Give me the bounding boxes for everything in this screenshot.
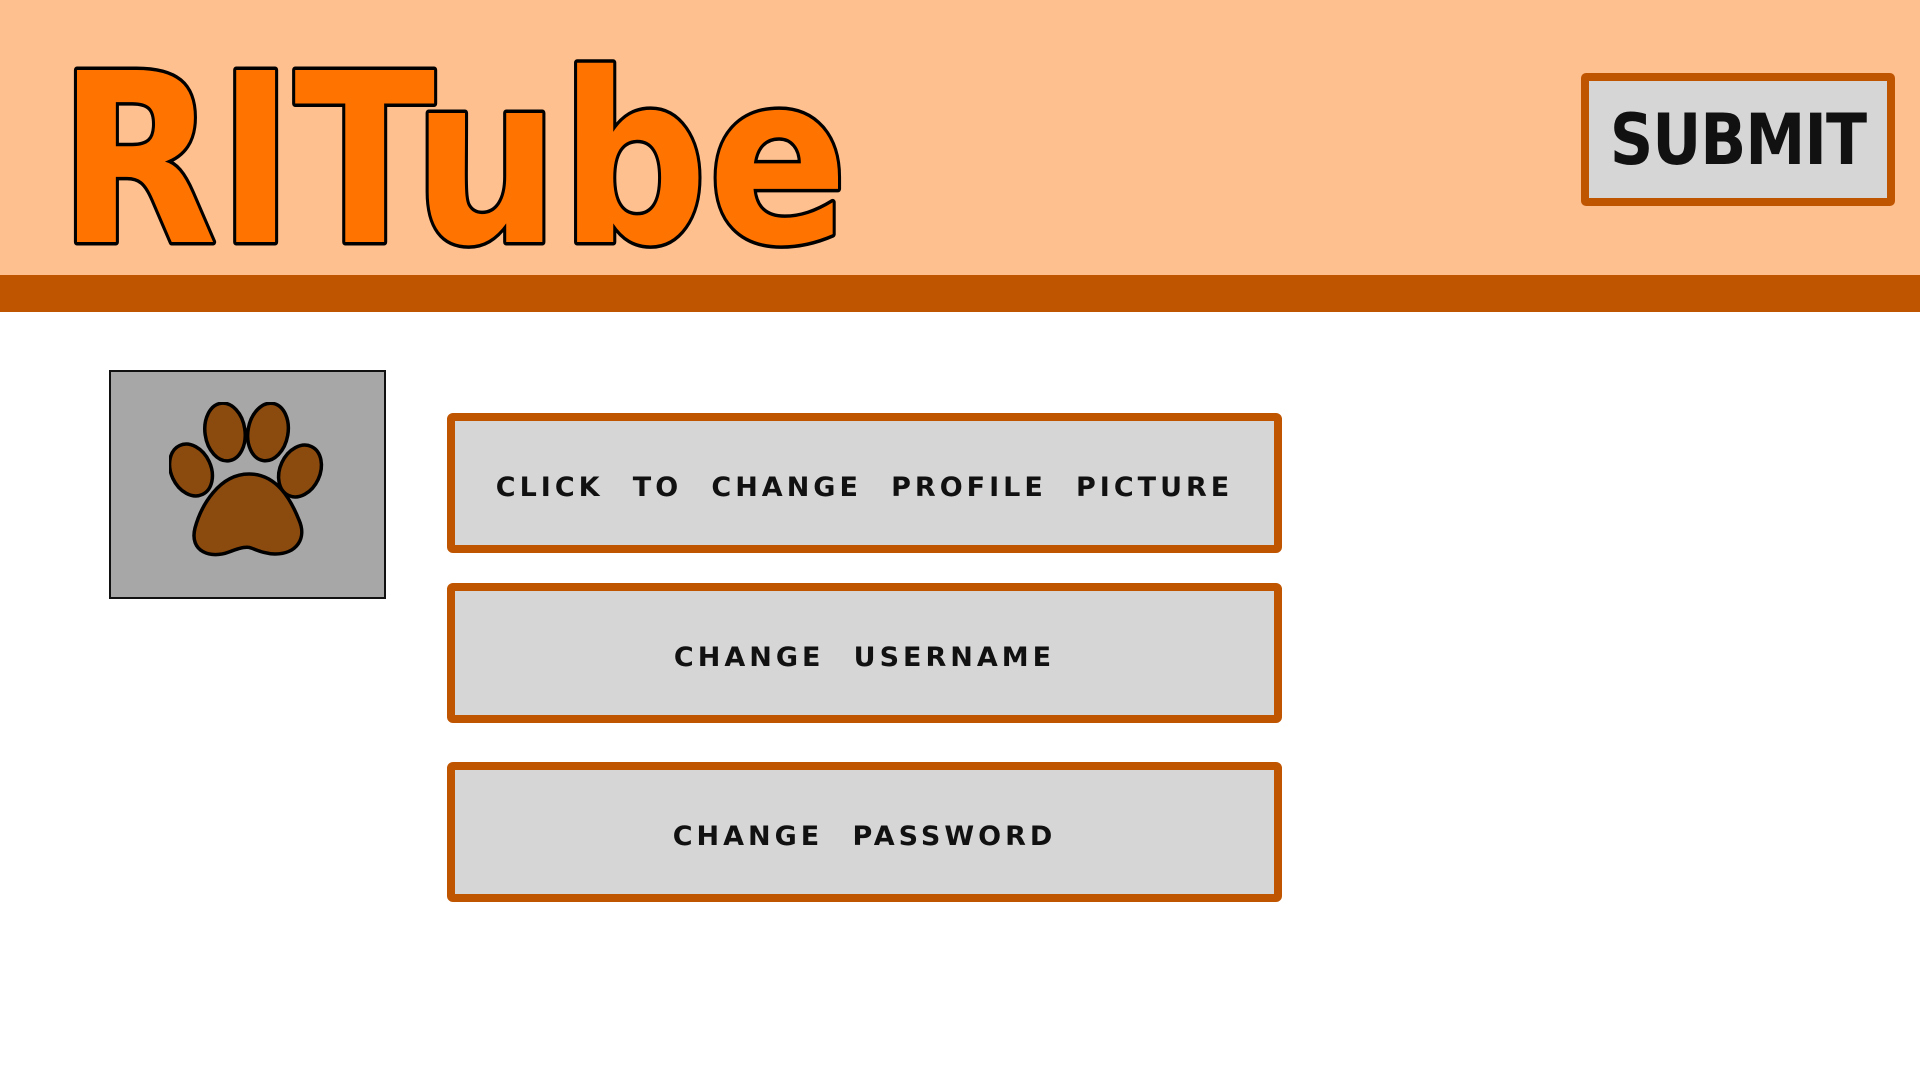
change-username-button[interactable]: CHANGE USERNAME xyxy=(447,583,1282,723)
submit-button-label: SUBMIT xyxy=(1609,98,1867,181)
ritube-logo-graphic: RITube xyxy=(55,20,852,302)
logo-text: RITube xyxy=(58,34,848,254)
ritube-logo: RITube xyxy=(55,20,858,302)
submit-button[interactable]: SUBMIT xyxy=(1581,73,1895,206)
change-password-label: CHANGE PASSWORD xyxy=(672,810,1057,854)
profile-settings-page: RITube SUBMIT CLICK TO CHANGE PROFILE PI… xyxy=(0,0,1920,1080)
change-profile-picture-label: CLICK TO CHANGE PROFILE PICTURE xyxy=(495,461,1234,505)
header: RITube SUBMIT xyxy=(0,0,1920,302)
change-password-button[interactable]: CHANGE PASSWORD xyxy=(447,762,1282,902)
change-username-label: CHANGE USERNAME xyxy=(673,631,1056,675)
profile-picture[interactable] xyxy=(109,370,386,599)
header-divider-bar xyxy=(0,275,1920,312)
change-profile-picture-button[interactable]: CLICK TO CHANGE PROFILE PICTURE xyxy=(447,413,1282,553)
paw-icon xyxy=(169,402,324,557)
